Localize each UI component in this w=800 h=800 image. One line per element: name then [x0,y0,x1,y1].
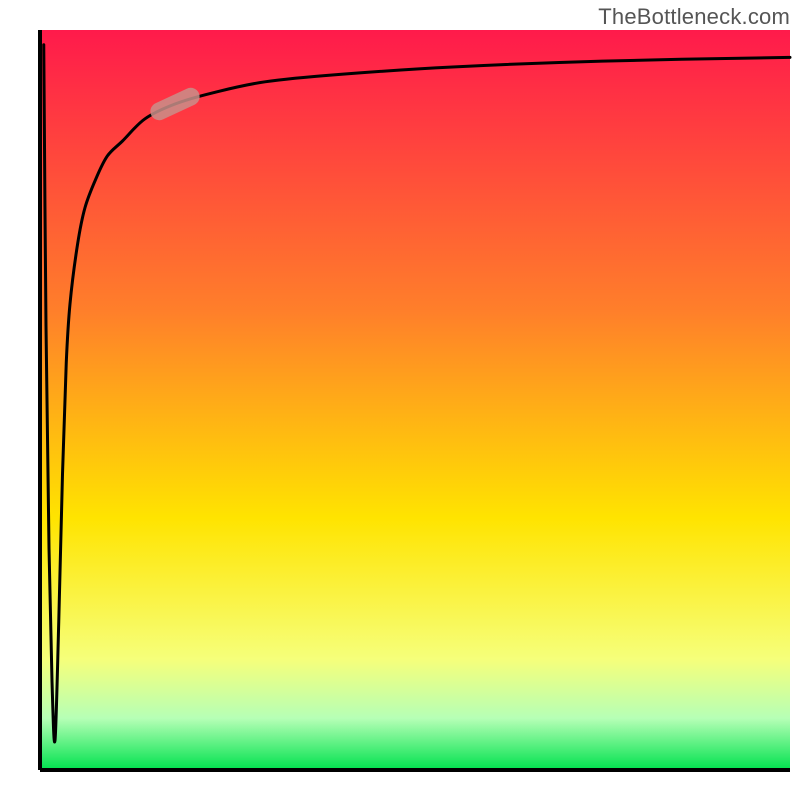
plot-background [40,30,790,770]
chart-stage: TheBottleneck.com [0,0,800,800]
chart-svg [0,0,800,800]
attribution-text: TheBottleneck.com [598,4,790,30]
